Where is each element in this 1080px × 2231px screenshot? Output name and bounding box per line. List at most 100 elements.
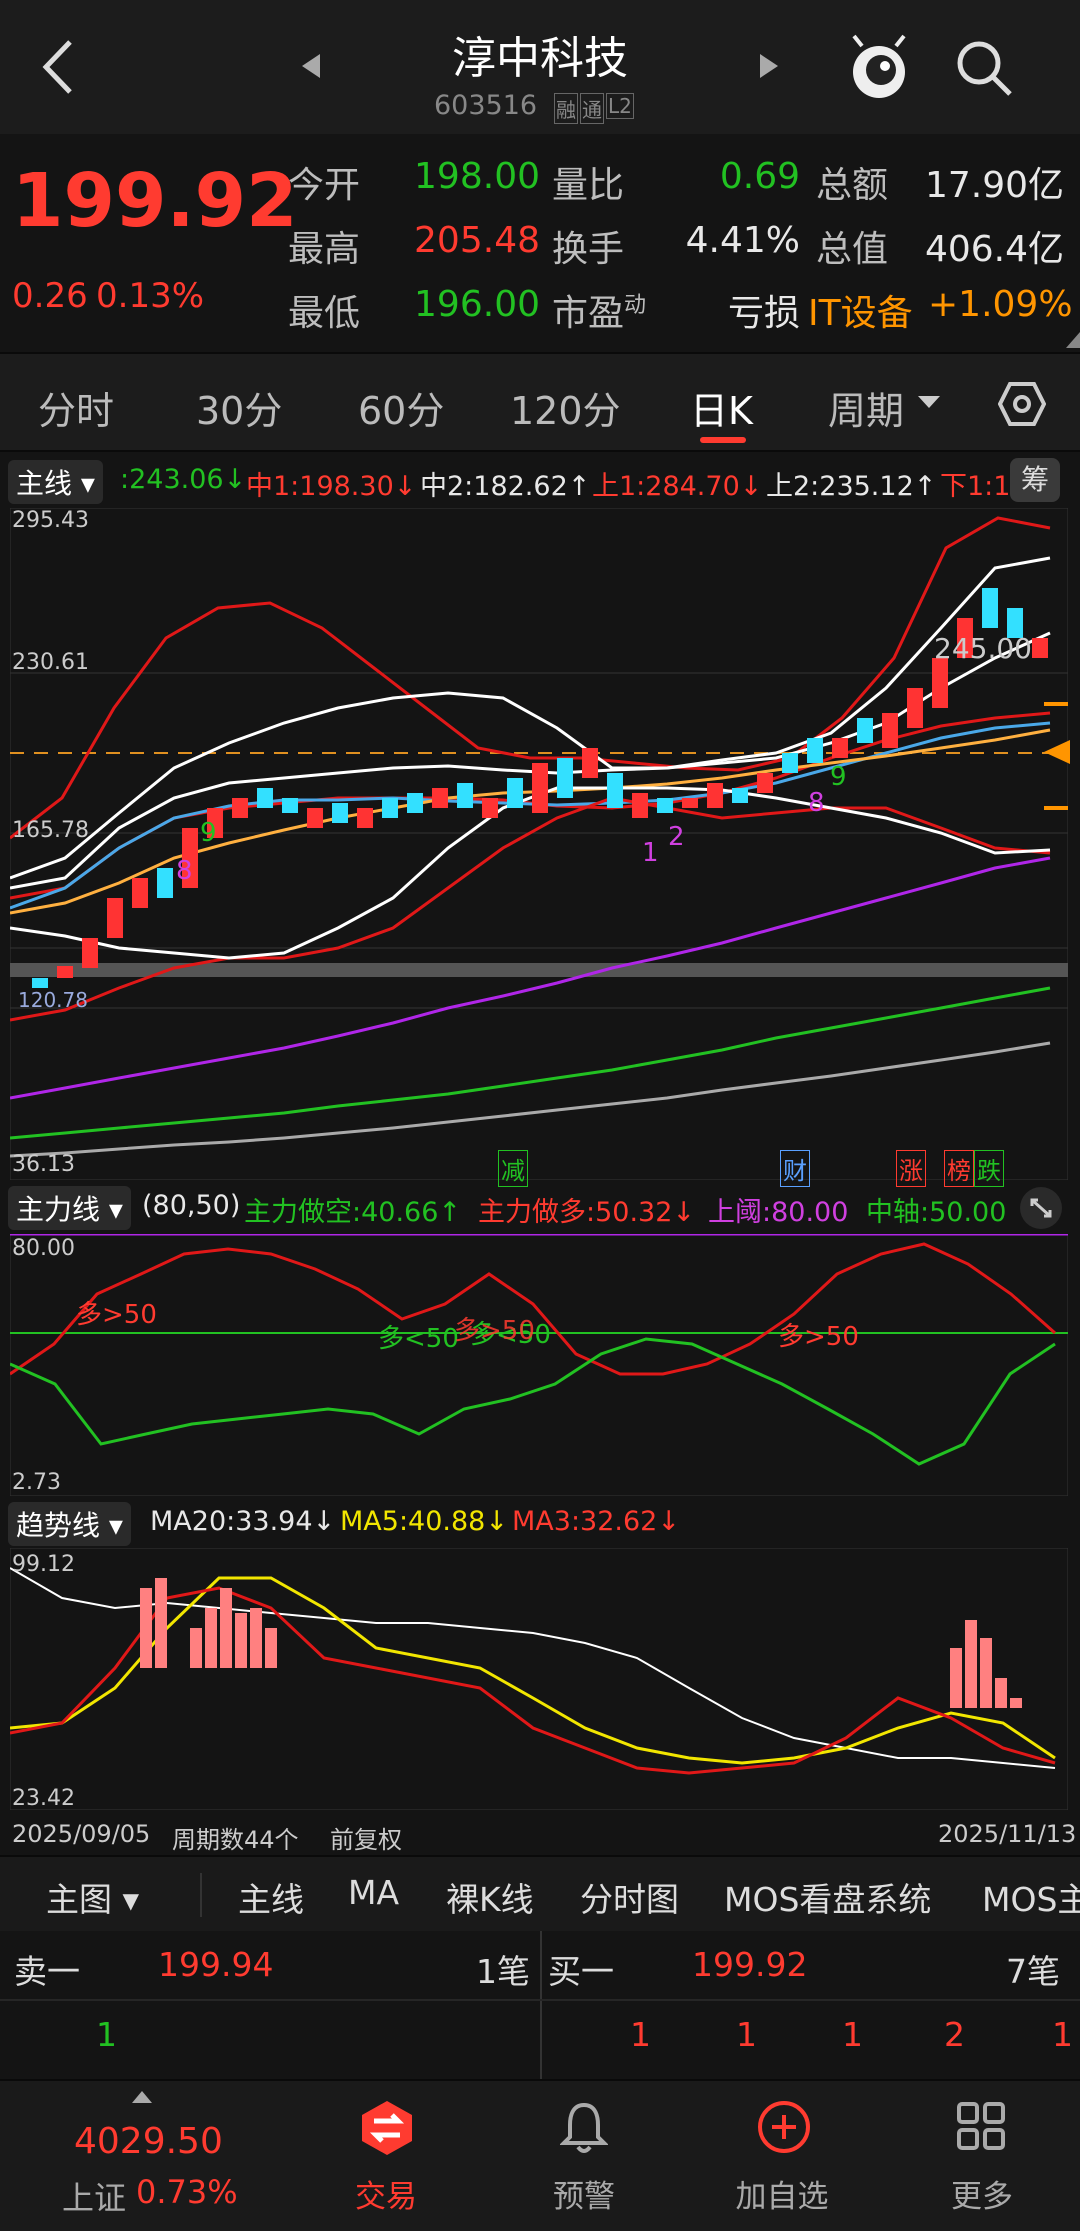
search-icon[interactable] xyxy=(954,38,1014,98)
trend-legend-ma3: MA3:32.62↓ xyxy=(512,1506,680,1537)
main-legend-3: 上1:284.70↓ xyxy=(592,471,763,502)
candle xyxy=(32,978,48,988)
prev-stock-icon[interactable] xyxy=(300,52,322,80)
force-note-5: 多>50 xyxy=(778,1322,859,1352)
nav-more[interactable]: 更多 xyxy=(912,2171,1052,2216)
ask1-detail: 1 xyxy=(96,2015,117,2054)
low-value: 196.00 xyxy=(414,284,540,325)
period-dropdown-icon[interactable] xyxy=(918,396,940,410)
candle xyxy=(807,738,823,763)
period-tabs: 分时 30分 60分 120分 日K 周期 xyxy=(0,352,1080,452)
stock-name: 淳中科技 xyxy=(452,33,628,84)
indicator-bar: 主图 ▾ 主线 MA 裸K线 分时图 MOS看盘系统 MOS主 xyxy=(0,1855,1080,1931)
event-marker-limit-up[interactable]: 涨 xyxy=(896,1150,926,1187)
indicator-ma[interactable]: MA xyxy=(348,1873,399,1912)
signal-9-b: 9 xyxy=(830,762,847,792)
candle xyxy=(382,798,398,818)
trend-bar xyxy=(995,1678,1007,1708)
candle xyxy=(157,868,173,898)
bid1-label: 买一 xyxy=(548,1952,614,1991)
next-stock-icon[interactable] xyxy=(758,52,780,80)
candle xyxy=(707,783,723,808)
force-note-4: 多>50 xyxy=(454,1316,535,1346)
tab-period[interactable]: 周期 xyxy=(828,380,904,435)
add-watchlist-icon[interactable] xyxy=(756,2099,812,2155)
indicator-mos-main[interactable]: MOS主 xyxy=(982,1873,1080,1921)
nav-trade[interactable]: 交易 xyxy=(316,2171,456,2216)
bid1-detail-4: 2 xyxy=(944,2015,965,2054)
candle xyxy=(857,718,873,743)
event-marker-list[interactable]: 榜 xyxy=(944,1150,974,1187)
main-chart-selector[interactable]: 主图 ▾ xyxy=(46,1873,139,1921)
current-price-arrow-icon xyxy=(1044,740,1070,764)
force-legend-mid: 中轴:50.00 xyxy=(866,1197,1007,1228)
index-up-icon xyxy=(132,2091,152,2103)
event-marker-drop[interactable]: 跌 xyxy=(974,1150,1004,1187)
tab-intraday[interactable]: 分时 xyxy=(38,380,114,435)
candle xyxy=(232,798,248,818)
main-indicator-selector[interactable]: 主线 ▾ xyxy=(8,460,103,504)
candle xyxy=(132,878,148,908)
more-grid-icon[interactable] xyxy=(956,2101,1006,2151)
volume-ratio-value: 0.69 xyxy=(719,156,800,197)
force-long-line xyxy=(10,1242,1056,1376)
back-icon[interactable] xyxy=(38,38,78,96)
pe-value: 亏损 xyxy=(727,293,800,334)
trend-line-chart[interactable] xyxy=(10,1548,1068,1810)
bid1-price[interactable]: 199.92 xyxy=(692,1945,807,1984)
nav-add-watchlist[interactable]: 加自选 xyxy=(712,2171,852,2216)
trend-bar xyxy=(220,1588,232,1668)
force-line-chart[interactable] xyxy=(10,1234,1068,1496)
candle xyxy=(607,773,623,808)
tab-60min[interactable]: 60分 xyxy=(358,380,444,435)
event-marker-finance[interactable]: 财 xyxy=(780,1150,810,1187)
candle xyxy=(432,788,448,808)
expand-icon[interactable] xyxy=(1018,1186,1064,1230)
trade-icon[interactable] xyxy=(358,2099,416,2157)
sector-change[interactable]: +1.09% xyxy=(928,284,1073,325)
indicator-naked-k[interactable]: 裸K线 xyxy=(446,1873,534,1921)
event-marker-reduce[interactable]: 减 xyxy=(498,1150,528,1187)
force-params: (80,50) xyxy=(142,1190,241,1221)
tab-30min[interactable]: 30分 xyxy=(196,380,282,435)
main-legend-5: 下1:1 xyxy=(940,471,1011,502)
trend-indicator-selector[interactable]: 趋势线 ▾ xyxy=(8,1502,131,1546)
index-value[interactable]: 4029.50 xyxy=(74,2121,223,2162)
bid1-count: 7笔 xyxy=(1006,1952,1060,1991)
bell-icon[interactable] xyxy=(560,2101,608,2155)
force-axis-top: 80.00 xyxy=(12,1236,75,1261)
force-indicator-selector[interactable]: 主力线 ▾ xyxy=(8,1186,131,1230)
chip-distribution-button[interactable]: 筹 xyxy=(1010,458,1060,502)
indicator-timeshare[interactable]: 分时图 xyxy=(580,1873,679,1921)
open-label: 今开 xyxy=(288,165,361,206)
volume-ratio-label: 量比 xyxy=(552,165,625,206)
settings-hexagon-icon[interactable] xyxy=(998,380,1046,428)
l2-badge: L2 xyxy=(606,93,634,119)
nav-alert[interactable]: 预警 xyxy=(514,2171,654,2216)
trend-bar xyxy=(980,1638,992,1708)
mascot-icon[interactable] xyxy=(848,32,910,104)
trend-legend-ma20: MA20:33.94↓ xyxy=(150,1506,336,1537)
signal-8-b: 8 xyxy=(808,788,825,818)
margin-badge: 融 xyxy=(554,93,578,124)
trend-legend-ma5: MA5:40.88↓ xyxy=(340,1506,508,1537)
index-pct[interactable]: 0.73% xyxy=(136,2173,238,2211)
corner-arrow-icon xyxy=(1066,332,1080,348)
adjustment-mode[interactable]: 前复权 xyxy=(330,1820,402,1855)
market-cap-value: 406.4亿 xyxy=(924,229,1064,270)
indicator-mos[interactable]: MOS看盘系统 xyxy=(724,1873,931,1921)
trend-bar xyxy=(265,1628,277,1668)
pe-label: 市盈动 xyxy=(552,293,647,334)
sector-name[interactable]: IT设备 xyxy=(808,284,926,336)
main-kline-chart[interactable] xyxy=(10,508,1068,1180)
ask1-price[interactable]: 199.94 xyxy=(158,1945,273,1984)
candle xyxy=(782,753,798,773)
tab-120min[interactable]: 120分 xyxy=(510,380,621,435)
trend-bar xyxy=(1010,1698,1022,1708)
index-name[interactable]: 上证 xyxy=(62,2173,126,2219)
trend-bar xyxy=(140,1588,152,1668)
indicator-main-line[interactable]: 主线 xyxy=(238,1873,304,1921)
candle xyxy=(282,798,298,813)
candle xyxy=(357,808,373,828)
tab-daily-k[interactable]: 日K xyxy=(690,380,753,435)
